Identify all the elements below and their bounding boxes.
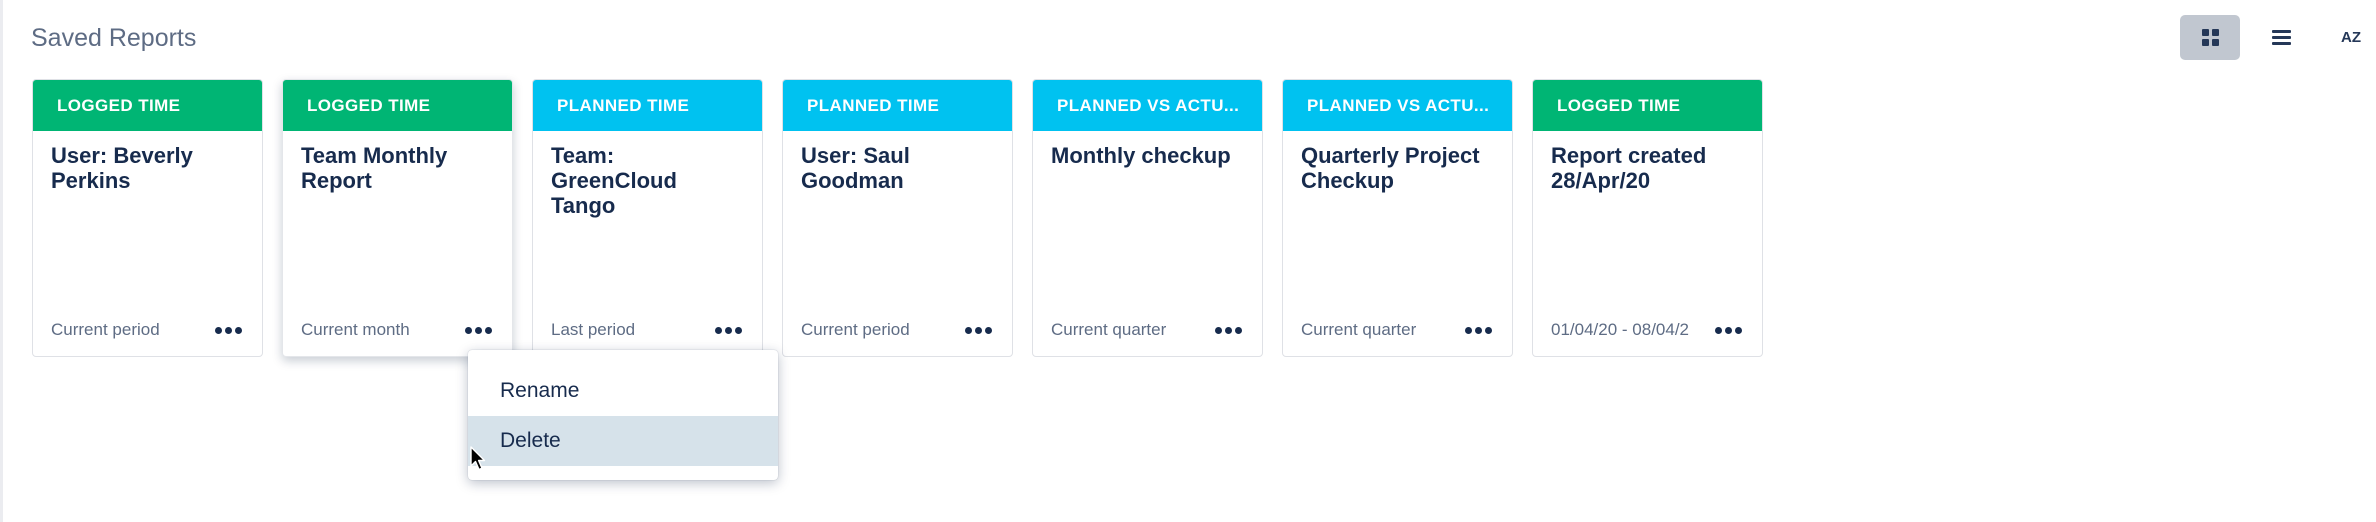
report-type-header: LOGGED TIME xyxy=(283,80,512,131)
report-card[interactable]: LOGGED TIME Report created 28/Apr/20 01/… xyxy=(1532,79,1763,357)
report-card[interactable]: PLANNED VS ACTU... Quarterly Project Che… xyxy=(1282,79,1513,357)
report-title: Report created 28/Apr/20 xyxy=(1551,143,1707,193)
report-type-header: PLANNED TIME xyxy=(783,80,1012,131)
list-view-icon xyxy=(2271,27,2291,48)
report-type-header: LOGGED TIME xyxy=(33,80,262,131)
report-period: 01/04/20 - 08/04/2 xyxy=(1551,320,1690,339)
delete-menu-item[interactable]: Delete xyxy=(468,416,778,466)
more-options-button[interactable] xyxy=(210,320,246,340)
more-options-button[interactable] xyxy=(1460,320,1496,340)
report-type-header: PLANNED VS ACTU... xyxy=(1283,80,1512,131)
report-card[interactable]: PLANNED TIME User: Saul Goodman Current … xyxy=(782,79,1013,357)
page-title: Saved Reports xyxy=(31,24,197,52)
more-options-button[interactable] xyxy=(1210,320,1246,340)
report-title: Team Monthly Report xyxy=(301,143,448,193)
report-type-header: PLANNED TIME xyxy=(533,80,762,131)
more-icon xyxy=(464,326,472,334)
report-context-menu: Rename Delete xyxy=(468,350,778,480)
left-border xyxy=(0,0,3,522)
more-icon xyxy=(714,326,722,334)
report-title: Monthly checkup xyxy=(1051,143,1231,168)
grid-view-button[interactable] xyxy=(2180,15,2240,60)
report-period: Current month xyxy=(301,320,410,339)
more-options-button[interactable] xyxy=(1710,320,1746,340)
report-period: Current quarter xyxy=(1301,320,1417,339)
report-card[interactable]: PLANNED TIME Team: GreenCloud Tango Last… xyxy=(532,79,763,357)
report-period: Last period xyxy=(551,320,636,339)
more-icon xyxy=(964,326,972,334)
report-period: Current quarter xyxy=(1051,320,1167,339)
report-type-header: LOGGED TIME xyxy=(1533,80,1762,131)
rename-menu-item[interactable]: Rename xyxy=(468,366,778,416)
report-period: Current period xyxy=(801,320,910,339)
report-title: Team: GreenCloud Tango xyxy=(551,143,677,218)
more-icon xyxy=(1714,326,1722,334)
report-title: User: Saul Goodman xyxy=(801,143,910,193)
report-title: Quarterly Project Checkup xyxy=(1301,143,1480,193)
report-title: User: Beverly Perkins xyxy=(51,143,193,193)
more-options-button[interactable] xyxy=(460,320,496,340)
more-icon xyxy=(1464,326,1472,334)
more-icon xyxy=(214,326,222,334)
report-period: Current period xyxy=(51,320,160,339)
more-options-button[interactable] xyxy=(960,320,996,340)
report-card[interactable]: LOGGED TIME User: Beverly Perkins Curren… xyxy=(32,79,263,357)
mouse-pointer-icon xyxy=(470,446,486,471)
list-view-button[interactable] xyxy=(2251,15,2311,60)
sort-az-button[interactable]: AZ xyxy=(2321,15,2376,60)
more-icon xyxy=(1214,326,1222,334)
grid-view-icon xyxy=(2201,29,2219,46)
sort-az-icon: AZ xyxy=(2341,29,2361,46)
report-card[interactable]: LOGGED TIME Team Monthly Report Current … xyxy=(282,79,513,357)
report-type-header: PLANNED VS ACTU... xyxy=(1033,80,1262,131)
report-card[interactable]: PLANNED VS ACTU... Monthly checkup Curre… xyxy=(1032,79,1263,357)
more-options-button[interactable] xyxy=(710,320,746,340)
